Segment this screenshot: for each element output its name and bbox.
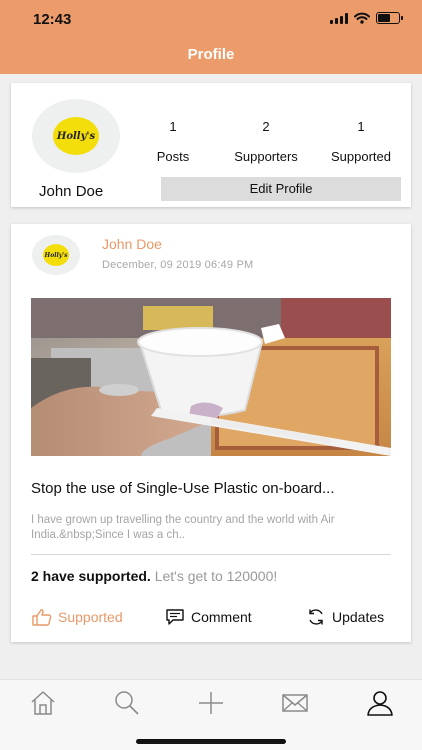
logo-text-small: Holly's xyxy=(44,251,68,259)
tab-profile[interactable] xyxy=(366,690,394,716)
comment-label: Comment xyxy=(191,609,252,625)
avatar[interactable]: Holly's xyxy=(32,99,120,173)
cellular-signal-icon xyxy=(330,12,348,24)
stat-supported[interactable]: 1 Supported xyxy=(321,119,401,164)
stat-supported-value: 1 xyxy=(357,119,365,134)
tab-add[interactable] xyxy=(197,690,225,716)
stat-supported-label: Supported xyxy=(331,149,391,164)
brand-logo-small: Holly's xyxy=(43,244,69,266)
support-summary: 2 have supported. Let's get to 120000! xyxy=(31,568,277,584)
stat-supporters-value: 2 xyxy=(262,119,270,134)
supported-button[interactable]: Supported xyxy=(32,608,123,626)
status-icons xyxy=(330,12,403,24)
updates-label: Updates xyxy=(332,609,385,625)
post-image[interactable] xyxy=(31,298,391,456)
mail-icon xyxy=(282,694,308,712)
post-excerpt: I have grown up travelling the country a… xyxy=(31,514,335,541)
updates-button[interactable]: Updates xyxy=(306,608,384,626)
wifi-icon xyxy=(354,12,370,24)
profile-name: John Doe xyxy=(39,183,104,200)
support-goal: Let's get to 120000! xyxy=(150,568,278,584)
post-author-avatar[interactable]: Holly's xyxy=(32,235,80,275)
home-icon xyxy=(31,691,55,715)
post-title[interactable]: Stop the use of Single-Use Plastic on-bo… xyxy=(31,480,396,497)
stat-supporters[interactable]: 2 Supporters xyxy=(226,119,306,164)
search-icon xyxy=(115,691,139,715)
home-indicator[interactable] xyxy=(136,739,286,744)
page-title: Profile xyxy=(187,46,235,63)
post-card[interactable]: Holly's John Doe December, 09 2019 06:49… xyxy=(11,224,411,642)
edit-profile-button[interactable]: Edit Profile xyxy=(161,177,401,201)
battery-icon xyxy=(376,12,403,24)
stat-supporters-label: Supporters xyxy=(234,149,298,164)
divider xyxy=(31,554,391,555)
comment-button[interactable]: Comment xyxy=(165,608,252,626)
status-time: 12:43 xyxy=(33,11,72,28)
stat-posts[interactable]: 1 Posts xyxy=(151,119,195,164)
refresh-icon xyxy=(309,609,323,625)
post-author[interactable]: John Doe xyxy=(102,236,162,252)
logo-text: Holly's xyxy=(56,130,96,142)
profile-card: Holly's John Doe 1 Posts 2 Supporters 1 … xyxy=(11,83,411,207)
comment-icon xyxy=(166,609,184,625)
add-icon xyxy=(199,692,223,714)
supported-label: Supported xyxy=(58,609,123,625)
tab-home[interactable] xyxy=(29,690,57,716)
tab-messages[interactable] xyxy=(281,690,309,716)
app-header: 12:43 Profile xyxy=(0,0,422,74)
tab-search[interactable] xyxy=(113,690,141,716)
profile-icon xyxy=(367,691,393,716)
post-date: December, 09 2019 06:49 PM xyxy=(102,259,254,271)
stat-posts-value: 1 xyxy=(169,119,177,134)
supported-count: 2 have supported. xyxy=(31,568,151,584)
thumbs-up-icon xyxy=(32,609,52,626)
post-photo xyxy=(31,298,391,456)
brand-logo: Holly's xyxy=(53,117,99,155)
stat-posts-label: Posts xyxy=(156,149,190,164)
